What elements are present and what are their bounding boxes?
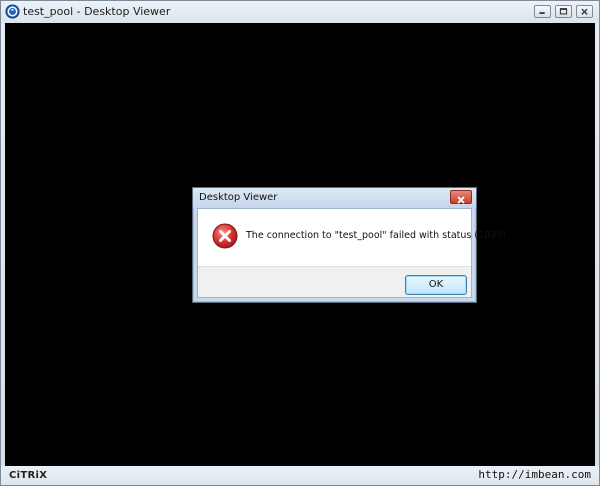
- error-icon: [212, 223, 238, 249]
- status-footer: CiTRiX http://imbean.com: [1, 466, 599, 485]
- dialog-title: Desktop Viewer: [199, 192, 278, 203]
- maximize-button[interactable]: [555, 5, 572, 18]
- dialog-body: The connection to "test_pool" failed wit…: [197, 208, 509, 298]
- ok-button[interactable]: OK: [405, 275, 467, 295]
- close-icon: [581, 8, 588, 15]
- dialog-close-button[interactable]: [450, 190, 472, 204]
- message-area: The connection to "test_pool" failed wit…: [198, 209, 509, 266]
- dialog-titlebar[interactable]: Desktop Viewer: [193, 188, 476, 208]
- citrix-receiver-icon: [5, 4, 20, 19]
- error-dialog: Desktop Viewer The connection to "test_p…: [192, 187, 509, 303]
- error-message: The connection to "test_pool" failed wit…: [246, 230, 509, 241]
- desktop-viewer-window: test_pool - Desktop Viewer CiTRiX http:/…: [0, 0, 600, 486]
- maximize-icon: [559, 8, 568, 15]
- close-button[interactable]: [576, 5, 593, 18]
- close-icon: [457, 196, 465, 204]
- minimize-button[interactable]: [534, 5, 551, 18]
- window-titlebar[interactable]: test_pool - Desktop Viewer: [1, 1, 599, 23]
- window-controls: [534, 5, 593, 18]
- watermark-url: http://imbean.com: [478, 468, 591, 481]
- dialog-button-bar: OK: [198, 266, 471, 297]
- citrix-logo: CiTRiX: [9, 470, 48, 481]
- minimize-icon: [539, 12, 545, 14]
- window-title: test_pool - Desktop Viewer: [23, 5, 171, 18]
